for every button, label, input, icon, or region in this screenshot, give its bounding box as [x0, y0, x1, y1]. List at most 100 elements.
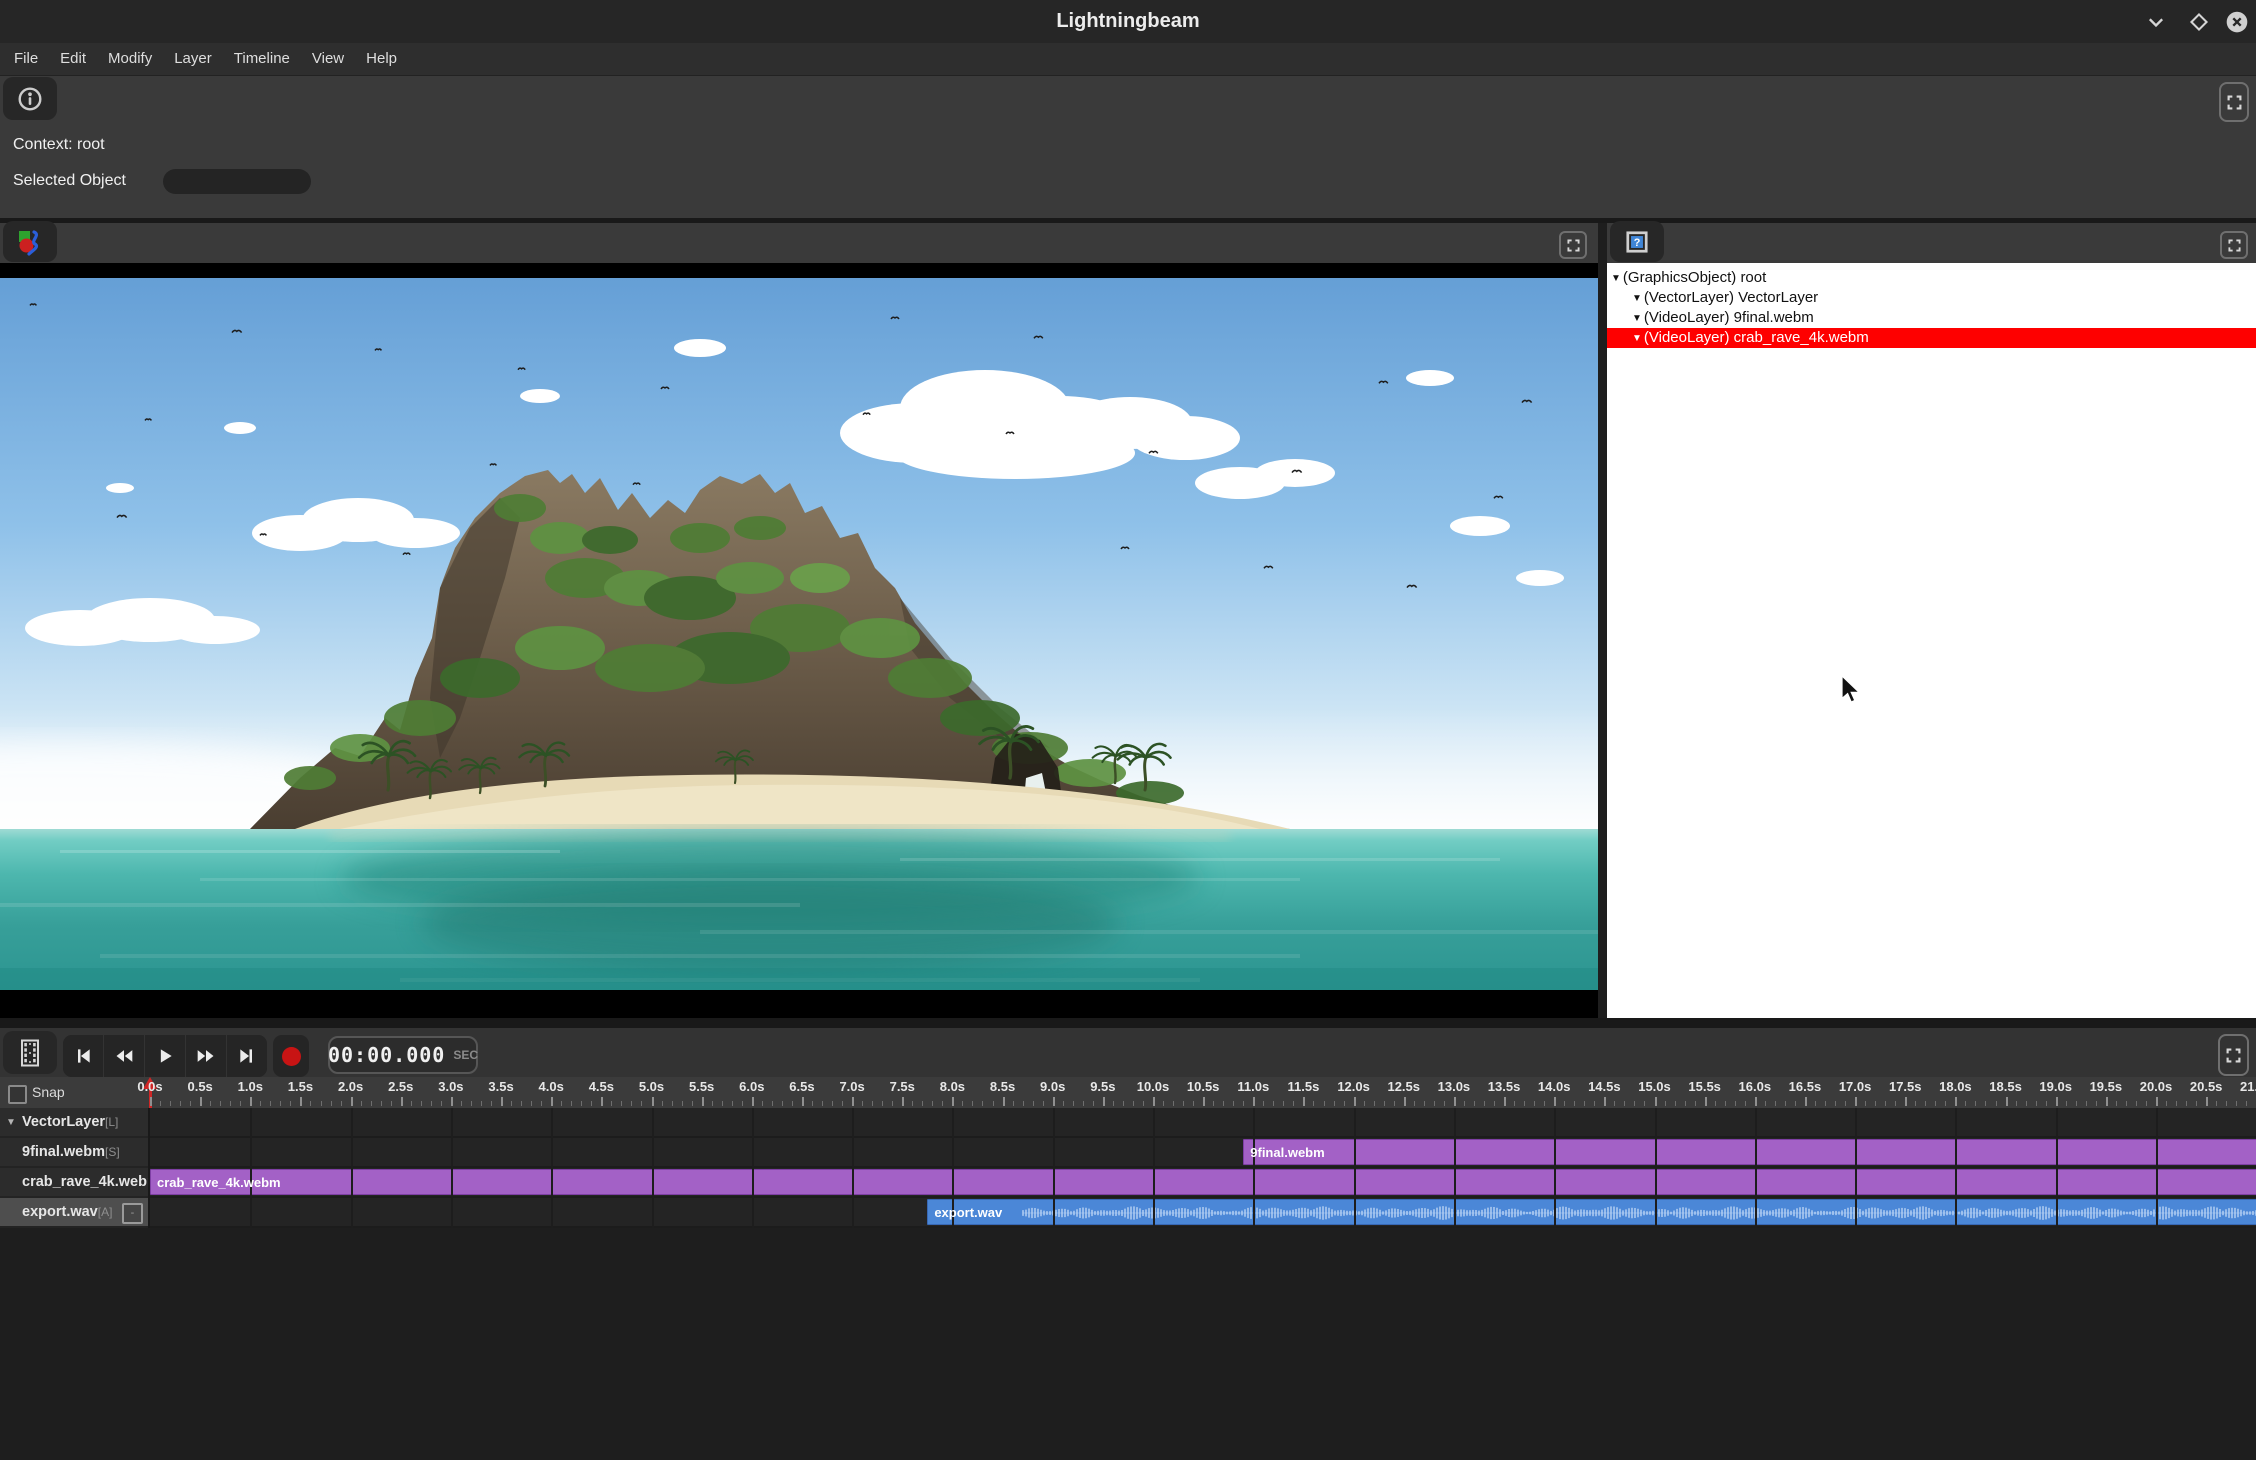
object-tree-panel[interactable]: ▼(GraphicsObject) root▼(VectorLayer) Vec…: [1607, 263, 2256, 1018]
rewind-button[interactable]: [104, 1035, 145, 1077]
ruler-tick: [1745, 1101, 1746, 1106]
ruler-tick: [762, 1101, 763, 1106]
track-label-crab_rave_4k-webm[interactable]: crab_rave_4k.webm[S]: [0, 1168, 148, 1198]
ruler-tick: [1845, 1101, 1846, 1106]
snap-checkbox[interactable]: [8, 1085, 27, 1104]
window-title: Lightningbeam: [0, 0, 2256, 43]
ruler-time-label: 17.0s: [1839, 1079, 1872, 1094]
window-close-button[interactable]: [2226, 11, 2248, 33]
tree-item[interactable]: ▼(VideoLayer) 9final.webm: [1607, 308, 2256, 328]
ruler-tick: [2046, 1101, 2047, 1106]
ruler-tick: [1083, 1101, 1084, 1106]
ruler-tick: [371, 1101, 372, 1106]
ruler-time-label: 0.5s: [187, 1079, 212, 1094]
tree-header: ?: [1607, 223, 2256, 263]
fullscreen-icon: [2227, 95, 2242, 110]
play-button[interactable]: [145, 1035, 186, 1077]
ruler-tick: [1805, 1097, 1807, 1106]
ruler-time-label: 4.0s: [539, 1079, 564, 1094]
track-label-export-wav[interactable]: export.wav[A]-: [0, 1198, 148, 1228]
ruler-tick: [1905, 1097, 1907, 1106]
info-tab[interactable]: [3, 77, 57, 120]
menu-item-timeline[interactable]: Timeline: [223, 43, 301, 75]
gridline: [1253, 1108, 1255, 1228]
window-maximize-button[interactable]: [2188, 11, 2210, 33]
video-clip[interactable]: crab_rave_4k.webm: [150, 1169, 2256, 1195]
tree-expand-arrow[interactable]: ▼: [1611, 273, 1621, 284]
ruler-time-label: 12.5s: [1387, 1079, 1420, 1094]
ruler-tick: [1795, 1101, 1796, 1106]
menu-item-modify[interactable]: Modify: [97, 43, 163, 75]
tree-item[interactable]: ▼(VideoLayer) crab_rave_4k.webm: [1607, 328, 2256, 348]
menu-item-layer[interactable]: Layer: [163, 43, 223, 75]
ruler-tick: [662, 1101, 663, 1106]
ruler-tick: [1213, 1101, 1214, 1106]
menu-item-file[interactable]: File: [3, 43, 49, 75]
ruler-tick: [702, 1097, 704, 1106]
record-button[interactable]: [273, 1035, 309, 1077]
ruler-tick: [1925, 1101, 1926, 1106]
track-expand-arrow[interactable]: ▼: [6, 1117, 16, 1128]
stage-tab[interactable]: [3, 221, 57, 262]
stage-fullscreen-button[interactable]: [1559, 231, 1587, 259]
ruler-time-label: 16.5s: [1789, 1079, 1822, 1094]
ruler-tick: [942, 1101, 943, 1106]
ruler-tick: [1935, 1101, 1936, 1106]
ruler-tick: [792, 1101, 793, 1106]
ruler-tick: [521, 1101, 522, 1106]
ruler-time-label: 19.0s: [2039, 1079, 2072, 1094]
ruler-tick: [2066, 1101, 2067, 1106]
gridline: [2156, 1108, 2158, 1228]
track-label-9final-webm[interactable]: 9final.webm[S]: [0, 1138, 148, 1168]
gridline: [1755, 1108, 1757, 1228]
ruler-tick: [1695, 1101, 1696, 1106]
tree-item[interactable]: ▼(VectorLayer) VectorLayer: [1607, 288, 2256, 308]
svg-text:?: ?: [1634, 236, 1641, 248]
fast-forward-button[interactable]: [186, 1035, 227, 1077]
ruler-tick: [1554, 1097, 1556, 1106]
ruler-tick: [1875, 1101, 1876, 1106]
ruler-tick: [1965, 1101, 1966, 1106]
menu-item-edit[interactable]: Edit: [49, 43, 97, 75]
track-checkbox[interactable]: -: [122, 1203, 143, 1224]
tree-expand-arrow[interactable]: ▼: [1632, 333, 1642, 344]
menu-item-help[interactable]: Help: [355, 43, 408, 75]
window-minimize-button[interactable]: [2145, 11, 2167, 33]
gridline: [1454, 1108, 1456, 1228]
tree-expand-arrow[interactable]: ▼: [1632, 293, 1642, 304]
timeline-tab[interactable]: [3, 1031, 57, 1074]
track-label-vectorlayer[interactable]: ▼VectorLayer[L]: [0, 1108, 148, 1138]
skip-to-start-button[interactable]: [63, 1035, 104, 1077]
ruler-tick: [862, 1101, 863, 1106]
ruler-tick: [1033, 1101, 1034, 1106]
selected-object-field[interactable]: [163, 169, 311, 194]
stage-canvas[interactable]: [0, 263, 1598, 1018]
time-value: 00:00.000: [328, 1043, 445, 1067]
time-unit: SEC: [453, 1048, 478, 1062]
track-lane: 9final.webm: [150, 1138, 2256, 1168]
info-fullscreen-button[interactable]: [2219, 82, 2249, 122]
ruler-tick: [1985, 1101, 1986, 1106]
ruler-time-label: 3.0s: [438, 1079, 463, 1094]
ruler-tick: [1293, 1101, 1294, 1106]
ruler-tick: [1324, 1101, 1325, 1106]
ruler-time-label: 8.0s: [940, 1079, 965, 1094]
timeline-fullscreen-button[interactable]: [2218, 1034, 2249, 1076]
ruler-tick: [571, 1101, 572, 1106]
ruler-tick: [2236, 1101, 2237, 1106]
gridline: [1153, 1108, 1155, 1228]
tree-tab[interactable]: ?: [1610, 221, 1664, 262]
tree-item[interactable]: ▼(GraphicsObject) root: [1607, 268, 2256, 288]
menu-item-view[interactable]: View: [301, 43, 355, 75]
track-type-tag: [S]: [105, 1145, 120, 1159]
ruler-tick: [952, 1097, 954, 1106]
skip-to-end-button[interactable]: [227, 1035, 267, 1077]
ruler-tick: [672, 1101, 673, 1106]
ruler-tick: [2106, 1097, 2108, 1106]
ruler-time-label: 17.5s: [1889, 1079, 1922, 1094]
timeline-ruler[interactable]: Snap 0.0s0.5s1.0s1.5s2.0s2.5s3.0s3.5s4.0…: [0, 1077, 2256, 1108]
ruler-tick: [531, 1101, 532, 1106]
tree-fullscreen-button[interactable]: [2220, 231, 2248, 259]
video-clip[interactable]: 9final.webm: [1243, 1139, 2256, 1165]
tree-expand-arrow[interactable]: ▼: [1632, 313, 1642, 324]
